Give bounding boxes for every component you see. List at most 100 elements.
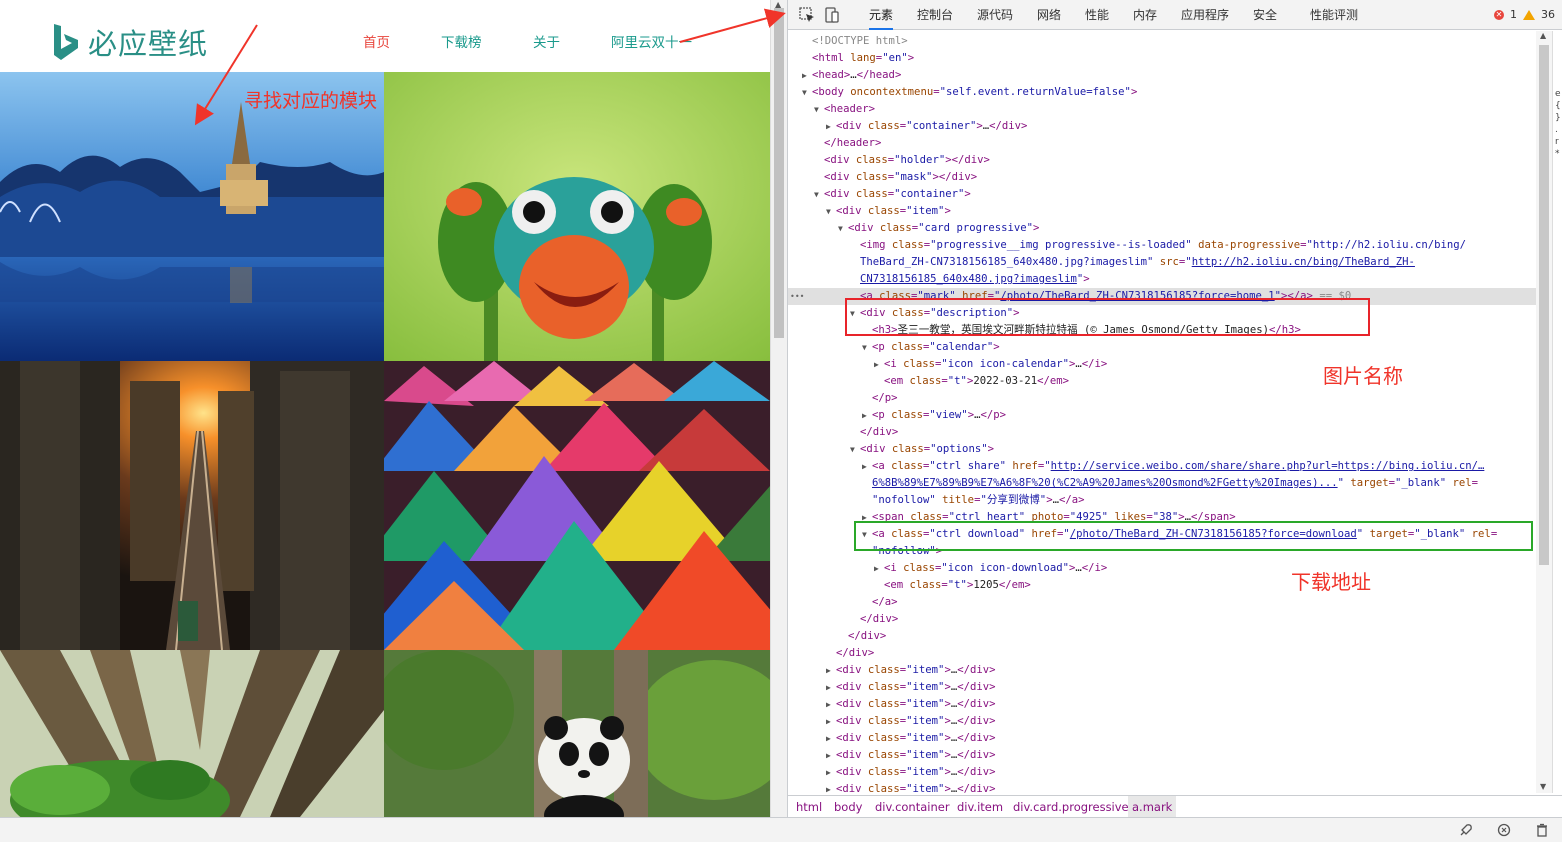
dom-node[interactable]: </p>	[788, 390, 1536, 407]
dom-node[interactable]: ▶ <div class="container">…</div>	[788, 118, 1536, 135]
expand-arrow-open-icon[interactable]: ▼	[862, 339, 872, 356]
dom-node[interactable]: </div>	[788, 424, 1536, 441]
dom-tree-scrollbar[interactable]: ▲ ▼	[1536, 31, 1552, 793]
tab-performance[interactable]: 性能	[1085, 0, 1109, 30]
nav-item-home[interactable]: 首页	[363, 31, 390, 51]
node-actions-icon[interactable]: •••	[790, 288, 804, 305]
expand-arrow-closed-icon[interactable]: ▶	[826, 713, 836, 730]
page-scrollbar-thumb[interactable]	[774, 8, 784, 338]
dom-node[interactable]: ▶ <div class="item">…</div>	[788, 730, 1536, 747]
wallpaper-tile-church[interactable]	[0, 72, 384, 361]
expand-arrow-open-icon[interactable]: ▼	[814, 186, 824, 203]
expand-arrow-closed-icon[interactable]: ▶	[826, 730, 836, 747]
tab-lighthouse[interactable]: 性能评测	[1310, 0, 1358, 30]
dom-node[interactable]: ▼ <div class="card progressive">	[788, 220, 1536, 237]
scroll-up-icon[interactable]: ▲	[1540, 31, 1546, 40]
expand-arrow-closed-icon[interactable]: ▶	[826, 696, 836, 713]
tab-memory[interactable]: 内存	[1133, 0, 1157, 30]
dom-node[interactable]: ▶ <div class="item">…</div>	[788, 679, 1536, 696]
dom-node[interactable]: ▶ <head>…</head>	[788, 67, 1536, 84]
rocket-icon[interactable]	[1458, 822, 1474, 838]
dom-node[interactable]: <html lang="en">	[788, 50, 1536, 67]
expand-arrow-closed-icon[interactable]: ▶	[862, 407, 872, 424]
dom-node[interactable]: ▼ <p class="calendar">	[788, 339, 1536, 356]
dom-node[interactable]: <div class="mask"></div>	[788, 169, 1536, 186]
dom-node[interactable]: <!DOCTYPE html>	[788, 33, 1536, 50]
expand-arrow-closed-icon[interactable]: ▶	[826, 118, 836, 135]
console-status[interactable]: ✕ 1 36	[1494, 8, 1555, 21]
device-toolbar-icon[interactable]	[823, 6, 841, 24]
tab-elements[interactable]: 元素	[869, 0, 894, 30]
dom-node[interactable]: <div class="holder"></div>	[788, 152, 1536, 169]
expand-arrow-open-icon[interactable]: ▼	[826, 203, 836, 220]
breadcrumb-item[interactable]: div.container	[875, 796, 950, 819]
breadcrumb-item[interactable]: div.item	[957, 796, 1003, 819]
wallpaper-tile-panda[interactable]	[384, 650, 770, 817]
tab-application[interactable]: 应用程序	[1181, 0, 1229, 30]
dom-node[interactable]: 6%8B%89%E7%89%B9%E7%A6%8F%20(%C2%A9%20Ja…	[788, 475, 1536, 492]
dom-node[interactable]: ▶ <div class="item">…</div>	[788, 713, 1536, 730]
expand-arrow-closed-icon[interactable]: ▶	[826, 679, 836, 696]
dom-node[interactable]: </div>	[788, 628, 1536, 645]
devtools-tabbar: 元素 控制台 源代码 网络 性能 内存 应用程序 安全 性能评测 ✕ 1 36	[788, 0, 1562, 30]
dom-node[interactable]: ▶ <div class="item">…</div>	[788, 696, 1536, 713]
refresh-icon[interactable]	[1496, 822, 1512, 838]
dom-node[interactable]: ▶ <div class="item">…</div>	[788, 764, 1536, 781]
dom-node[interactable]: ▶ <i class="icon icon-calendar">…</i>	[788, 356, 1536, 373]
expand-arrow-closed-icon[interactable]: ▶	[826, 662, 836, 679]
dom-node[interactable]: ▶ <div class="item">…</div>	[788, 747, 1536, 764]
dom-tree[interactable]: <!DOCTYPE html> <html lang="en"> ▶ <head>…<…	[788, 31, 1536, 793]
dom-node[interactable]: </a>	[788, 594, 1536, 611]
tab-console[interactable]: 控制台	[917, 0, 953, 30]
tab-security[interactable]: 安全	[1253, 0, 1277, 30]
breadcrumb-item[interactable]: div.card.progressive	[1013, 796, 1129, 819]
dom-node[interactable]: <img class="progressive__img progressive…	[788, 237, 1536, 254]
dom-node[interactable]: CN7318156185_640x480.jpg?imageslim">	[788, 271, 1536, 288]
dom-node[interactable]: </header>	[788, 135, 1536, 152]
dom-node[interactable]: ▶ <div class="item">…</div>	[788, 662, 1536, 679]
expand-arrow-open-icon[interactable]: ▼	[814, 101, 824, 118]
breadcrumb-item[interactable]: body	[834, 796, 862, 819]
breadcrumb-item[interactable]: a.mark	[1128, 796, 1177, 819]
breadcrumb-item[interactable]: html	[796, 796, 822, 819]
expand-arrow-open-icon[interactable]: ▼	[850, 441, 860, 458]
dom-node[interactable]: <em class="t">1205</em>	[788, 577, 1536, 594]
dom-node[interactable]: ▶ <div class="item">…</div>	[788, 781, 1536, 793]
dom-node[interactable]: </div>	[788, 645, 1536, 662]
nav-item-about[interactable]: 关于	[533, 31, 560, 51]
wallpaper-tile-forest[interactable]	[0, 650, 384, 817]
dom-node[interactable]: ▼ <header>	[788, 101, 1536, 118]
inspect-element-icon[interactable]	[798, 6, 816, 24]
dom-node[interactable]: ▶ <p class="view">…</p>	[788, 407, 1536, 424]
expand-arrow-closed-icon[interactable]: ▶	[802, 67, 812, 84]
wallpaper-tile-city[interactable]	[0, 361, 384, 650]
dom-node[interactable]: ▼ <div class="container">	[788, 186, 1536, 203]
scroll-down-icon[interactable]: ▼	[1540, 782, 1546, 791]
expand-arrow-open-icon[interactable]: ▼	[838, 220, 848, 237]
tab-network[interactable]: 网络	[1037, 0, 1061, 30]
expand-arrow-open-icon[interactable]: ▼	[802, 84, 812, 101]
wallpaper-tile-powders[interactable]	[384, 361, 770, 650]
expand-arrow-closed-icon[interactable]: ▶	[874, 560, 884, 577]
dom-tree-scrollbar-thumb[interactable]	[1539, 45, 1549, 565]
wallpaper-tile-frog[interactable]	[384, 72, 770, 361]
tab-sources[interactable]: 源代码	[977, 0, 1013, 30]
dom-node[interactable]: ▼ <div class="options">	[788, 441, 1536, 458]
expand-arrow-closed-icon[interactable]: ▶	[862, 458, 872, 475]
dom-node[interactable]: ▼ <body oncontextmenu="self.event.returnV…	[788, 84, 1536, 101]
trash-icon[interactable]	[1534, 822, 1550, 838]
dom-node[interactable]: TheBard_ZH-CN7318156185_640x480.jpg?imag…	[788, 254, 1536, 271]
nav-item-aliyun[interactable]: 阿里云双十一	[611, 31, 692, 51]
dom-node[interactable]: ▶ <i class="icon icon-download">…</i>	[788, 560, 1536, 577]
nav-item-download-rank[interactable]: 下载榜	[441, 31, 482, 51]
expand-arrow-closed-icon[interactable]: ▶	[826, 764, 836, 781]
page-scrollbar[interactable]: ▲	[770, 0, 787, 817]
dom-node[interactable]: ▶ <a class="ctrl share" href="http://serv…	[788, 458, 1536, 475]
expand-arrow-closed-icon[interactable]: ▶	[826, 747, 836, 764]
expand-arrow-closed-icon[interactable]: ▶	[874, 356, 884, 373]
dom-node[interactable]: </div>	[788, 611, 1536, 628]
dom-node[interactable]: "nofollow" title="分享到微博">…</a>	[788, 492, 1536, 509]
expand-arrow-closed-icon[interactable]: ▶	[826, 781, 836, 793]
dom-node[interactable]: ▼ <div class="item">	[788, 203, 1536, 220]
dom-node[interactable]: <em class="t">2022-03-21</em>	[788, 373, 1536, 390]
